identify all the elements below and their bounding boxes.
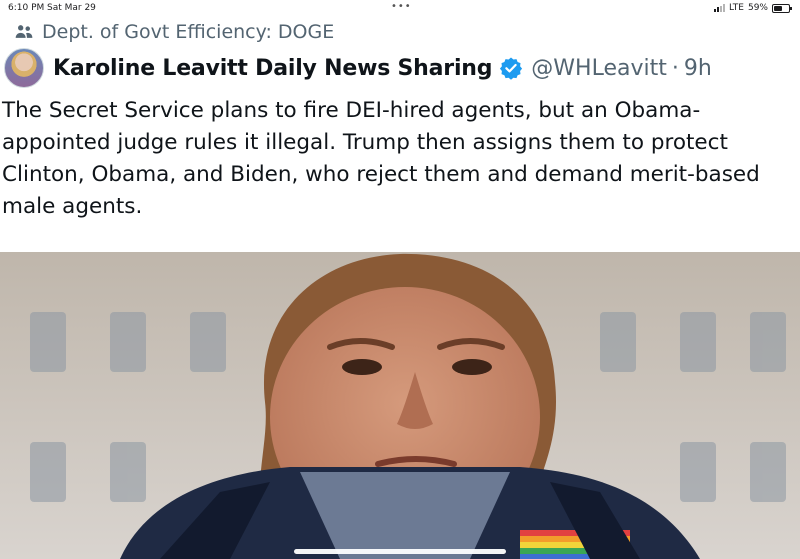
- community-label: Dept. of Govt Efficiency: DOGE: [42, 21, 335, 43]
- people-icon: [15, 25, 33, 38]
- tweet-text: The Secret Service plans to fire DEI-hir…: [2, 98, 760, 219]
- avatar[interactable]: [4, 48, 44, 88]
- post-time[interactable]: 9h: [684, 56, 712, 81]
- status-indicators: LTE 59%: [714, 3, 792, 13]
- author-handle[interactable]: @WHLeavitt: [531, 56, 667, 81]
- battery-icon: [772, 3, 792, 13]
- home-indicator[interactable]: [294, 549, 506, 554]
- author-display-name[interactable]: Karoline Leavitt Daily News Sharing: [53, 56, 492, 81]
- meta-separator: ·: [671, 55, 679, 81]
- tweet-photo[interactable]: [0, 252, 800, 559]
- status-bar: 6:10 PM Sat Mar 29 ••• LTE 59%: [0, 0, 800, 16]
- status-date: Sat Mar 29: [47, 3, 96, 13]
- network-label: LTE: [729, 3, 744, 13]
- tweet-header: Karoline Leavitt Daily News Sharing @WHL…: [4, 48, 794, 88]
- status-time: 6:10 PM: [8, 3, 45, 13]
- photo-illustration: [0, 252, 800, 559]
- community-link[interactable]: Dept. of Govt Efficiency: DOGE: [14, 19, 334, 45]
- verified-badge-icon: [500, 57, 523, 80]
- multitasking-dots[interactable]: •••: [391, 1, 412, 12]
- signal-icon: [714, 4, 726, 12]
- battery-percent: 59%: [747, 3, 768, 13]
